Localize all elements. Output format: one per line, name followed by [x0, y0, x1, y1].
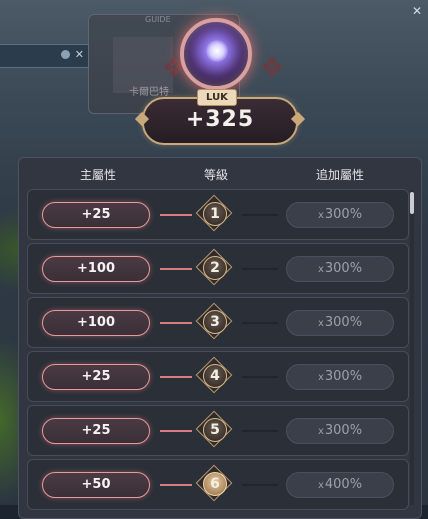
level-badge: 1	[195, 194, 233, 232]
table-row: +100 2 x300%	[27, 243, 409, 294]
connector-right	[242, 214, 278, 216]
main-stat-value: +50	[42, 472, 150, 498]
stat-medallion	[180, 18, 252, 90]
stat-total-value: +325	[185, 107, 255, 132]
extra-stat-value: x300%	[286, 418, 394, 444]
background-window-bar: ✕	[0, 44, 89, 68]
window-close-icon: ✕	[74, 48, 84, 61]
main-stat-value: +25	[42, 202, 150, 228]
scrollbar-track[interactable]	[410, 190, 414, 505]
table-row: +100 3 x300%	[27, 297, 409, 348]
ornament-right-icon: ❖	[259, 51, 285, 84]
level-number: 3	[203, 310, 227, 334]
level-badge: 2	[195, 248, 233, 286]
level-badge-current: 6	[195, 464, 233, 502]
level-badge: 5	[195, 410, 233, 448]
main-stat-value: +25	[42, 418, 150, 444]
table-row: +50 6 x400%	[27, 459, 409, 510]
close-icon[interactable]: ✕	[412, 4, 422, 18]
extra-stat-value: x300%	[286, 256, 394, 282]
level-number: 2	[203, 256, 227, 280]
connector-right	[242, 376, 278, 378]
level-number: 4	[203, 364, 227, 388]
connector-left	[160, 484, 192, 486]
orb-icon	[180, 18, 252, 90]
connector-left	[160, 214, 192, 216]
extra-stat-value: x300%	[286, 364, 394, 390]
extra-stat-value: x300%	[286, 310, 394, 336]
table-row: +25 4 x300%	[27, 351, 409, 402]
level-badge: 4	[195, 356, 233, 394]
stat-name-tag: LUK	[197, 89, 237, 106]
extra-stat-value: x300%	[286, 202, 394, 228]
table-row: +25 5 x300%	[27, 405, 409, 456]
connector-left	[160, 322, 192, 324]
connector-left	[160, 268, 192, 270]
connector-right	[242, 268, 278, 270]
connector-left	[160, 430, 192, 432]
level-number: 1	[203, 202, 227, 226]
table-row: +25 1 x300%	[27, 189, 409, 240]
header-extra-stat: 追加屬性	[316, 168, 365, 182]
scrollbar-thumb[interactable]	[410, 192, 414, 214]
level-number: 5	[203, 418, 227, 442]
window-dot-icon	[61, 50, 70, 59]
connector-right	[242, 430, 278, 432]
level-number: 6	[203, 472, 227, 496]
connector-left	[160, 376, 192, 378]
connector-right	[242, 322, 278, 324]
header-level: 等級	[204, 168, 229, 182]
guide-label: GUIDE	[145, 15, 171, 24]
main-stat-value: +25	[42, 364, 150, 390]
orb-glint	[206, 40, 228, 62]
header-main-stat: 主屬性	[80, 168, 117, 182]
level-badge: 3	[195, 302, 233, 340]
main-stat-value: +100	[42, 256, 150, 282]
main-stat-value: +100	[42, 310, 150, 336]
extra-stat-value: x400%	[286, 472, 394, 498]
connector-right	[242, 484, 278, 486]
